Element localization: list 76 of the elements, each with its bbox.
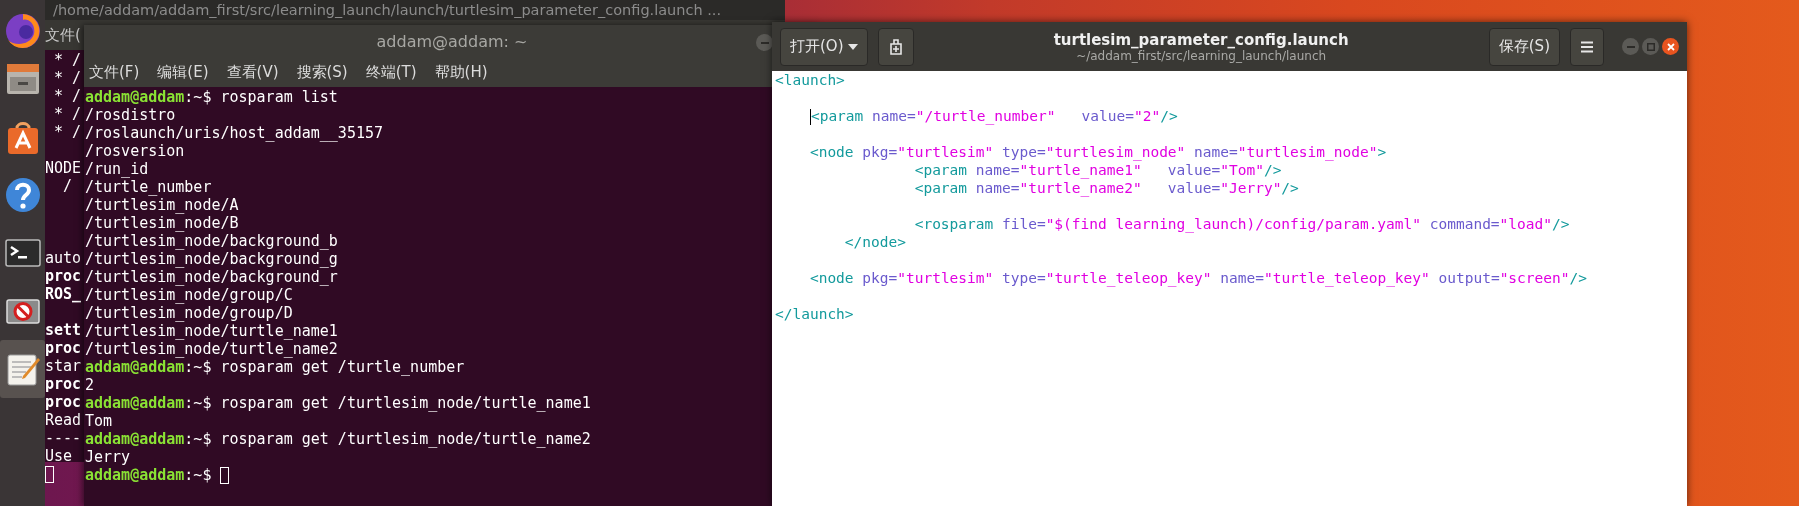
menu-item[interactable]: 终端(T): [365, 63, 417, 82]
open-button[interactable]: 打开(O): [780, 27, 868, 66]
terminal-text: sett: [45, 321, 82, 339]
terminal-text: proc: [45, 267, 82, 285]
terminal-text: proc: [45, 375, 82, 393]
terminal-text: proc: [45, 339, 82, 357]
menu-item[interactable]: 帮助(H): [434, 63, 488, 82]
terminal-line: /rosversion: [85, 142, 185, 160]
terminal-line: addam@addam:~$ rosparam get /turtlesim_node/turtle_name1: [85, 394, 591, 412]
new-document-button[interactable]: [877, 27, 914, 66]
terminal-line: /turtlesim_node/B: [85, 214, 239, 232]
window-title: addam@addam: ~: [376, 32, 528, 51]
terminal-text: Read: [45, 411, 82, 429]
menu-item[interactable]: 编辑(E): [157, 63, 209, 82]
terminal-line: Jerry: [85, 448, 131, 466]
document-plus-icon: [887, 38, 904, 55]
terminal-text: * /: [53, 51, 82, 69]
file-path: ~/addam_first/src/learning_launch/launch: [1076, 48, 1327, 63]
menu-item[interactable]: 文件(: [45, 25, 81, 45]
terminal-text: Use: [45, 447, 73, 465]
terminal-text: ----: [45, 429, 82, 447]
terminal-line: /rosdistro: [85, 106, 176, 124]
terminal-line: /turtlesim_node/group/C: [85, 286, 293, 304]
menu-button[interactable]: [1570, 27, 1604, 66]
terminal-text: * /: [53, 123, 82, 141]
terminal-line: addam@addam:~$ rosparam list: [85, 88, 338, 106]
terminal-text: * /: [53, 69, 82, 87]
terminal-line: /run_id: [85, 160, 149, 178]
terminal-line: addam@addam:~$: [85, 466, 213, 484]
terminal-line: 2: [85, 376, 95, 394]
caret-icon: [847, 43, 858, 50]
terminal-line: addam@addam:~$ rosparam get /turtlesim_node/turtle_name2: [85, 430, 591, 448]
close-button[interactable]: [1662, 38, 1679, 55]
terminal-line: /turtlesim_node/group/D: [85, 304, 293, 322]
minimize-icon: [1626, 45, 1635, 48]
code-line: <node pkg="turtlesim" type="turtlesim_node" name="turtlesim_node">: [808, 144, 1387, 160]
code-line: </node>: [843, 234, 906, 250]
minimize-icon: [760, 41, 769, 44]
terminal-line: addam@addam:~$ rosparam get /turtle_number: [85, 358, 465, 376]
window-title: /home/addam/addam_first/src/learning_launch/launch/turtlesim_parameter_config.launch ...: [53, 2, 722, 18]
window-title: turtlesim_parameter_config.launch: [1053, 30, 1349, 49]
terminal-line: /roslaunch/uris/host_addam__35157: [85, 124, 383, 142]
code-line: <param name="/turtle_number" value="2"/>: [808, 108, 1178, 124]
terminal-line: /turtlesim_node/turtle_name2: [85, 340, 338, 358]
code-line: <launch>: [775, 72, 845, 88]
terminal-line: /turtlesim_node/background_g: [85, 250, 338, 268]
code-line: <param name="turtle_name2" value="Jerry"/>: [913, 180, 1299, 196]
dock-launcher[interactable]: [0, 340, 45, 398]
browser-icon: [3, 12, 42, 50]
terminal-text: /: [62, 177, 73, 195]
code-line: <node pkg="turtlesim" type="turtle_teleop_key" name="turtle_teleop_key" output="screen"/>: [808, 270, 1587, 286]
cursor-icon: [45, 466, 54, 483]
terminal-line: /turtle_number: [85, 178, 212, 196]
code-line: <rosparam file="$(find learning_launch)/config/param.yaml" command="load"/>: [913, 216, 1570, 232]
close-icon: [1666, 42, 1675, 51]
terminal-text: star: [45, 357, 82, 375]
terminal-line: /turtlesim_node/background_r: [85, 268, 338, 286]
terminal-line: /turtlesim_node/A: [85, 196, 239, 214]
maximize-icon: [1646, 42, 1655, 51]
help-icon: [3, 176, 42, 214]
terminal-line: /turtlesim_node/turtle_name1: [85, 322, 338, 340]
terminal-text: ROS_: [45, 285, 82, 303]
menu-icon: [1580, 40, 1594, 53]
terminal-text: * /: [53, 87, 82, 105]
code-line: </launch>: [775, 306, 854, 322]
terminal-line: /turtlesim_node/background_b: [85, 232, 338, 250]
terminal-text: * /: [53, 105, 82, 123]
terminal-text: NODE: [45, 159, 82, 177]
terminal-text: auto: [45, 249, 82, 267]
save-button[interactable]: 保存(S): [1488, 27, 1560, 66]
terminal-line: Tom: [85, 412, 113, 430]
terminal-text: proc: [45, 393, 82, 411]
code-line: <param name="turtle_name1" value="Tom"/>: [913, 162, 1282, 178]
menu-item[interactable]: 文件(F): [89, 63, 140, 82]
menu-item[interactable]: 搜索(S): [296, 63, 348, 82]
menu-item[interactable]: 查看(V): [226, 63, 279, 82]
